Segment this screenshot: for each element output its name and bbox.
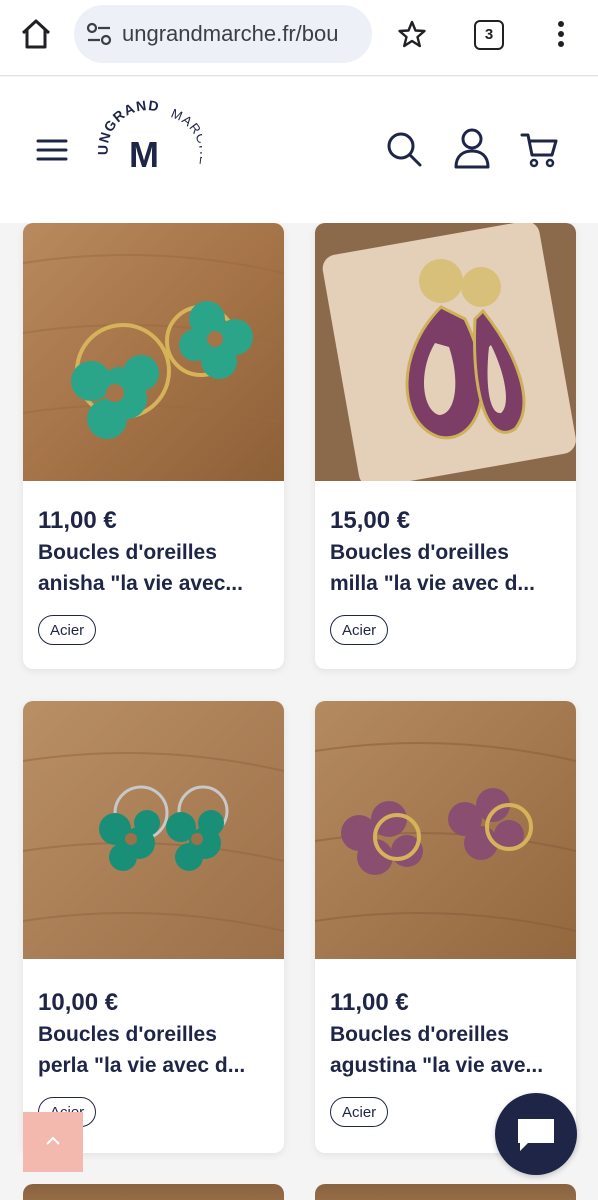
product-grid: 11,00 € Boucles d'oreilles anisha "la vi… <box>0 223 598 1200</box>
material-tag: Acier <box>38 615 97 645</box>
product-card[interactable]: 11,00 € Boucles d'oreilles anisha "la vi… <box>23 223 284 669</box>
product-image[interactable] <box>315 701 576 959</box>
chat-button[interactable] <box>495 1093 577 1175</box>
search-icon[interactable] <box>384 129 424 169</box>
product-name[interactable]: Boucles d'oreilles agustina "la vie ave.… <box>330 1019 566 1081</box>
product-image[interactable] <box>315 223 576 481</box>
product-price: 15,00 € <box>330 507 411 534</box>
material-tag: Acier <box>330 615 389 645</box>
product-name-line: Boucles d'oreilles <box>38 1023 217 1046</box>
product-name-line: Boucles d'oreilles <box>330 541 509 564</box>
product-name-line: agustina "la vie ave... <box>330 1054 544 1077</box>
product-name-line: milla "la vie avec d... <box>330 572 535 595</box>
product-image[interactable] <box>23 701 284 959</box>
brand-logo[interactable]: UNGRAND MARCHÉ M <box>90 95 202 207</box>
chevron-up-icon <box>46 1136 60 1145</box>
site-info-icon[interactable] <box>86 22 112 46</box>
chat-icon <box>518 1119 554 1151</box>
product-price: 10,00 € <box>38 989 119 1016</box>
logo-letter: M <box>129 134 159 175</box>
product-name[interactable]: Boucles d'oreilles anisha "la vie avec..… <box>38 537 274 599</box>
bookmark-star-icon[interactable] <box>396 18 428 50</box>
product-name-line: anisha "la vie avec... <box>38 572 243 595</box>
cart-icon[interactable] <box>520 129 560 169</box>
home-icon[interactable] <box>18 16 54 52</box>
address-bar[interactable]: ungrandmarche.fr/bou <box>74 5 372 63</box>
product-card[interactable]: 10,00 € Boucles d'oreilles perla "la vie… <box>23 701 284 1153</box>
hamburger-menu-icon[interactable] <box>36 137 68 163</box>
product-name[interactable]: Boucles d'oreilles perla "la vie avec d.… <box>38 1019 274 1081</box>
product-card[interactable] <box>23 1184 284 1200</box>
product-name-line: perla "la vie avec d... <box>38 1054 246 1077</box>
url-text[interactable]: ungrandmarche.fr/bou <box>122 21 366 47</box>
product-name-line: Boucles d'oreilles <box>38 541 217 564</box>
product-price: 11,00 € <box>38 507 117 534</box>
svg-text:MARCHÉ: MARCHÉ <box>169 106 202 167</box>
product-card[interactable] <box>315 1184 576 1200</box>
product-card[interactable]: 11,00 € Boucles d'oreilles agustina "la … <box>315 701 576 1153</box>
material-tag: Acier <box>330 1097 389 1127</box>
more-vertical-icon[interactable] <box>548 18 574 50</box>
product-image[interactable] <box>23 223 284 481</box>
logo-text-side: MARCHÉ <box>169 106 202 167</box>
product-name[interactable]: Boucles d'oreilles milla "la vie avec d.… <box>330 537 566 599</box>
account-icon[interactable] <box>452 127 492 169</box>
scroll-to-top-button[interactable] <box>23 1112 83 1172</box>
browser-toolbar: ungrandmarche.fr/bou 3 <box>0 0 598 76</box>
product-card[interactable]: 15,00 € Boucles d'oreilles milla "la vie… <box>315 223 576 669</box>
product-price: 11,00 € <box>330 989 409 1016</box>
product-name-line: Boucles d'oreilles <box>330 1023 509 1046</box>
site-header: UNGRAND MARCHÉ M <box>0 77 598 223</box>
tab-switcher-button[interactable]: 3 <box>474 20 504 50</box>
